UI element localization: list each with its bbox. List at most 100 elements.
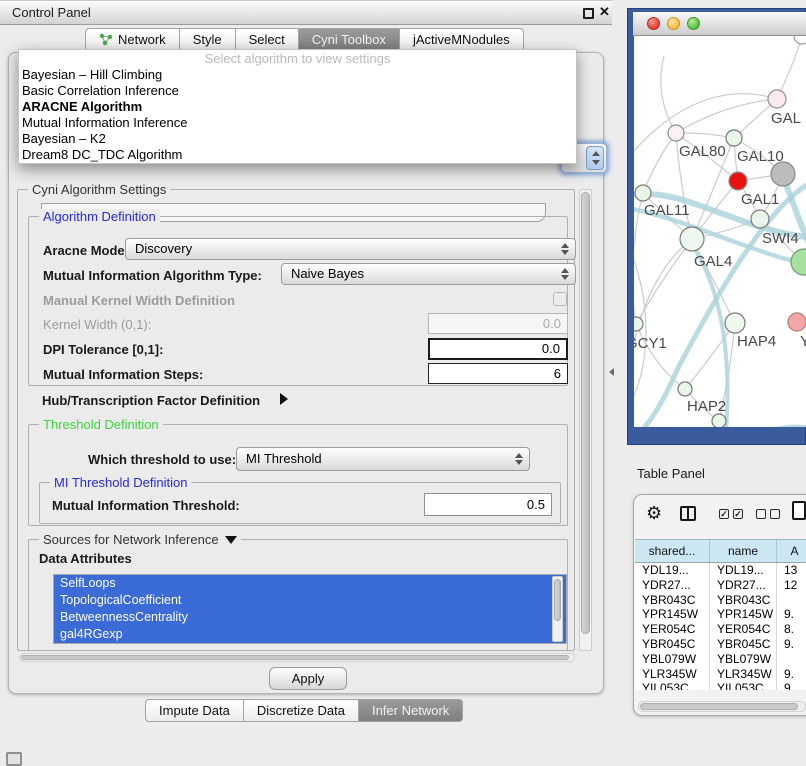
- tab-select[interactable]: Select: [236, 28, 299, 51]
- list-item[interactable]: SelfLoops: [54, 575, 566, 592]
- list-item[interactable]: gal4RGexp: [54, 626, 566, 643]
- table-cell[interactable]: 9.: [777, 681, 806, 690]
- apply-button[interactable]: Apply: [269, 667, 347, 690]
- network-canvas[interactable]: GALGAL80GAL10GAL1GAL11SWI4GAL4GCY1HAP4YH…: [634, 36, 806, 427]
- table-row[interactable]: YIL053CYIL053C9.: [635, 681, 806, 690]
- table-cell[interactable]: [777, 652, 806, 667]
- table-cell[interactable]: YDL19...: [710, 563, 777, 578]
- table-cell[interactable]: YER054C: [635, 622, 710, 637]
- table-cell[interactable]: YDL19...: [635, 563, 710, 578]
- table-cell[interactable]: 8.: [777, 622, 806, 637]
- settings-hscrollbar[interactable]: [19, 653, 575, 662]
- dock-corner-icon[interactable]: [6, 752, 22, 766]
- dropdown-option[interactable]: ARACNE Algorithm: [19, 99, 576, 115]
- collapse-down-icon[interactable]: [225, 536, 237, 544]
- table-cell[interactable]: 13: [777, 563, 806, 578]
- table-cell[interactable]: YER054C: [710, 622, 777, 637]
- table-cell[interactable]: YLR345W: [635, 667, 710, 682]
- gear-icon[interactable]: ⚙: [646, 503, 662, 524]
- checkbox-checked-icon[interactable]: ✓: [733, 509, 743, 519]
- table-cell[interactable]: YIL053C: [710, 681, 777, 690]
- table-row[interactable]: YDR27...YDR27...12: [635, 578, 806, 593]
- dropdown-option[interactable]: Dream8 DC_TDC Algorithm: [19, 147, 576, 163]
- network-node[interactable]: [768, 90, 786, 108]
- dropdown-option[interactable]: Bayesian – K2: [19, 131, 576, 147]
- settings-scrollbar[interactable]: [579, 189, 592, 651]
- checkbox-unchecked-icon[interactable]: [756, 509, 766, 519]
- kernel-width-field[interactable]: 0.0: [428, 313, 568, 334]
- network-node[interactable]: [794, 36, 806, 44]
- table-cell[interactable]: YPR145W: [710, 607, 777, 622]
- network-node[interactable]: [635, 185, 651, 201]
- dropdown-option[interactable]: Bayesian – Hill Climbing: [19, 67, 576, 83]
- tab-style[interactable]: Style: [180, 28, 236, 51]
- dpi-tolerance-field[interactable]: 0.0: [428, 338, 568, 360]
- network-node[interactable]: [729, 172, 747, 190]
- table-cell[interactable]: YBR043C: [635, 593, 710, 608]
- dropdown-option[interactable]: Mutual Information Inference: [19, 115, 576, 131]
- manual-kernel-width-checkbox[interactable]: [553, 292, 567, 306]
- settings-hscrollbar-thumb[interactable]: [21, 655, 569, 660]
- network-node[interactable]: [668, 125, 684, 141]
- mi-steps-field[interactable]: 6: [428, 363, 568, 384]
- network-node[interactable]: [680, 227, 704, 251]
- tab-infer-network[interactable]: Infer Network: [359, 699, 463, 722]
- data-attributes-list[interactable]: SelfLoops TopologicalCoefficient Between…: [53, 574, 567, 644]
- splitter-collapse-icon[interactable]: [609, 368, 614, 376]
- checkbox-checked-icon[interactable]: ✓: [719, 509, 729, 519]
- table-hscrollbar[interactable]: [638, 701, 806, 712]
- network-node[interactable]: [771, 162, 795, 186]
- table-row[interactable]: YDL19...YDL19...13: [635, 563, 806, 578]
- table-cell[interactable]: YPR145W: [635, 607, 710, 622]
- table-cell[interactable]: YBL079W: [710, 652, 777, 667]
- table-row[interactable]: YBR043CYBR043C: [635, 593, 806, 608]
- tab-discretize-data[interactable]: Discretize Data: [244, 699, 359, 722]
- table-hscrollbar-thumb[interactable]: [640, 703, 798, 710]
- network-node[interactable]: [751, 210, 769, 228]
- list-scrollbar-thumb[interactable]: [554, 579, 561, 621]
- tab-cyni-toolbox[interactable]: Cyni Toolbox: [299, 28, 400, 51]
- table-row[interactable]: YBR045CYBR045C9.: [635, 637, 806, 652]
- table-cell[interactable]: 12: [777, 578, 806, 593]
- table-cell[interactable]: [777, 593, 806, 608]
- list-item[interactable]: BetweennessCentrality: [54, 609, 566, 626]
- dropdown-option[interactable]: Basic Correlation Inference: [19, 83, 576, 99]
- mi-threshold-field[interactable]: 0.5: [424, 493, 552, 516]
- table-cell[interactable]: YLR345W: [710, 667, 777, 682]
- network-node[interactable]: [788, 313, 806, 331]
- tab-jactivemnodules[interactable]: jActiveMNodules: [400, 28, 524, 51]
- table-cell[interactable]: YBR045C: [710, 637, 777, 652]
- table-cell[interactable]: YDR27...: [635, 578, 710, 593]
- table-cell[interactable]: YBR043C: [710, 593, 777, 608]
- table-row[interactable]: YLR345WYLR345W9.: [635, 667, 806, 682]
- zoom-traffic-light-icon[interactable]: [687, 17, 700, 30]
- table-cell[interactable]: YIL053C: [635, 681, 710, 690]
- network-node[interactable]: [712, 414, 726, 427]
- table-cell[interactable]: 9.: [777, 637, 806, 652]
- table-row[interactable]: YBL079WYBL079W: [635, 652, 806, 667]
- table-cell[interactable]: 9.: [777, 607, 806, 622]
- float-window-icon[interactable]: [583, 8, 594, 19]
- network-node[interactable]: [725, 313, 745, 333]
- column-header[interactable]: A: [777, 540, 806, 562]
- checkbox-unchecked-icon[interactable]: [770, 509, 780, 519]
- tab-network[interactable]: Network: [85, 28, 180, 51]
- document-icon[interactable]: [792, 501, 806, 520]
- table-cell[interactable]: YBL079W: [635, 652, 710, 667]
- mi-algorithm-type-combo[interactable]: Naive Bayes: [281, 263, 576, 285]
- table-cell[interactable]: 9.: [777, 667, 806, 682]
- table-cell[interactable]: YBR045C: [635, 637, 710, 652]
- column-header[interactable]: name: [710, 540, 777, 562]
- close-icon[interactable]: ✕: [599, 4, 610, 20]
- network-node[interactable]: [634, 317, 643, 331]
- column-header[interactable]: shared...: [635, 540, 710, 562]
- columns-icon[interactable]: [680, 506, 696, 521]
- close-traffic-light-icon[interactable]: [647, 17, 660, 30]
- table-row[interactable]: YPR145WYPR145W9.: [635, 607, 806, 622]
- expand-right-icon[interactable]: [280, 393, 288, 405]
- network-node[interactable]: [726, 130, 742, 146]
- network-node[interactable]: [678, 382, 692, 396]
- list-scrollbar[interactable]: [552, 576, 563, 642]
- settings-scrollbar-thumb[interactable]: [581, 192, 590, 634]
- table-cell[interactable]: YDR27...: [710, 578, 777, 593]
